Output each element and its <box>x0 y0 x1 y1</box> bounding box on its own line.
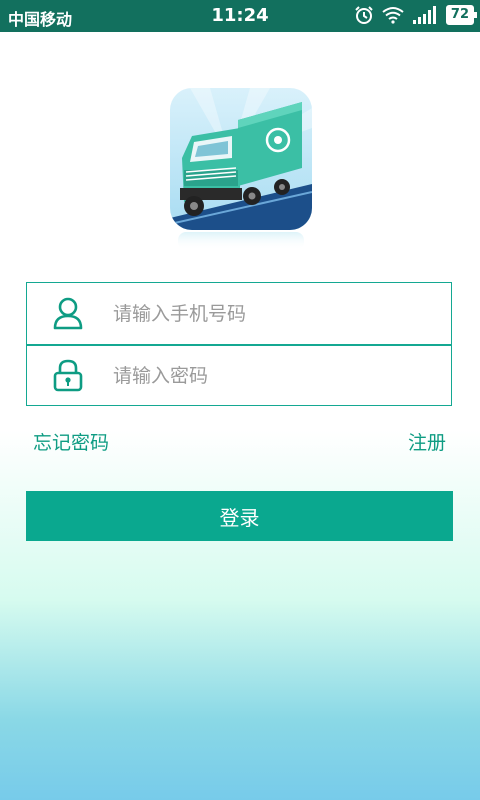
wifi-icon <box>382 7 404 24</box>
phone-field-row <box>27 283 451 344</box>
login-form <box>26 282 452 406</box>
status-icons: 72 <box>354 5 478 25</box>
signal-icon <box>412 6 436 24</box>
register-link[interactable]: 注册 <box>408 428 446 455</box>
status-bar: 中国移动 11:24 72 <box>0 0 480 32</box>
login-button[interactable]: 登录 <box>26 491 453 541</box>
alarm-icon <box>355 6 373 24</box>
password-input[interactable] <box>111 359 435 393</box>
password-field-row <box>27 345 451 406</box>
user-icon <box>53 297 83 330</box>
lock-icon <box>53 359 83 392</box>
forgot-password-link[interactable]: 忘记密码 <box>33 428 109 455</box>
app-logo <box>170 88 312 250</box>
battery-icon: 72 <box>445 5 478 25</box>
phone-input[interactable] <box>111 297 435 331</box>
